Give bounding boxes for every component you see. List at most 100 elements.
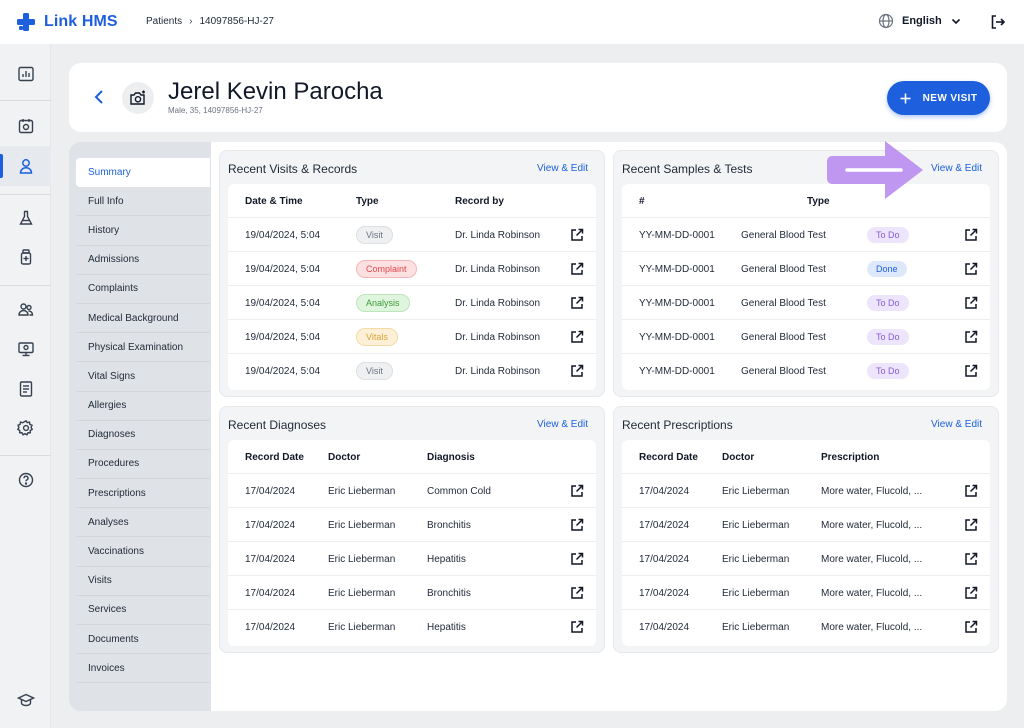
logout-button[interactable]	[989, 13, 1007, 36]
open-external-icon[interactable]	[570, 364, 584, 378]
open-external-icon[interactable]	[570, 518, 584, 532]
open-external-icon[interactable]	[570, 330, 584, 344]
rail-patients[interactable]	[0, 146, 51, 186]
section-nav-item[interactable]: Invoices	[76, 654, 210, 684]
open-external-icon[interactable]	[964, 552, 978, 566]
section-nav-item[interactable]: Vaccinations	[76, 537, 210, 567]
view-edit-link[interactable]: View & Edit	[931, 419, 982, 430]
rail-reports[interactable]	[0, 54, 51, 94]
open-external-icon[interactable]	[964, 484, 978, 498]
table-cell-date: 17/04/2024	[245, 553, 296, 565]
section-nav-item[interactable]: Prescriptions	[76, 479, 210, 509]
rail-divider	[0, 455, 51, 456]
section-nav-item[interactable]: Admissions	[76, 246, 210, 275]
rail-lab[interactable]	[0, 198, 51, 238]
document-icon	[19, 381, 32, 397]
open-external-icon[interactable]	[570, 262, 584, 276]
table-cell-date: 19/04/2024, 5:04	[245, 331, 321, 343]
view-edit-link[interactable]: View & Edit	[537, 419, 588, 430]
app-name: Link HMS	[44, 13, 118, 30]
add-photo-button[interactable]	[122, 82, 154, 114]
section-nav-item[interactable]: Physical Examination	[76, 333, 210, 363]
rail-education[interactable]	[0, 680, 51, 720]
table-row: 17/04/2024 Eric Lieberman Bronchitis	[228, 508, 596, 542]
table-cell-status: To Do	[867, 218, 909, 252]
rail-calendar[interactable]	[0, 106, 51, 146]
open-external-icon[interactable]	[964, 518, 978, 532]
back-button[interactable]	[91, 88, 107, 111]
view-edit-link[interactable]: View & Edit	[537, 163, 588, 174]
open-external-icon[interactable]	[964, 228, 978, 242]
table-cell-id: YY-MM-DD-0001	[639, 297, 715, 309]
table-header-row: Record Date Doctor Prescription	[622, 440, 990, 474]
new-visit-button[interactable]: NEW VISIT	[887, 81, 990, 115]
section-nav-item[interactable]: Analyses	[76, 508, 210, 538]
breadcrumb-patients[interactable]: Patients	[146, 16, 182, 27]
open-external-icon[interactable]	[964, 620, 978, 634]
recent-visits-card: Recent Visits & Records View & Edit Date…	[219, 150, 605, 397]
table-cell-type: General Blood Test	[741, 263, 826, 275]
section-nav-item[interactable]: Documents	[76, 625, 210, 655]
table-cell-prescription: More water, Flucold, ...	[821, 621, 923, 633]
section-nav-item[interactable]: Summary	[76, 158, 210, 188]
table-cell-prescription: More water, Flucold, ...	[821, 519, 923, 531]
rail-staff[interactable]	[0, 289, 51, 329]
rail-help[interactable]	[0, 460, 51, 500]
open-external-icon[interactable]	[964, 296, 978, 310]
open-external-icon[interactable]	[964, 364, 978, 378]
section-nav-item[interactable]: Allergies	[76, 392, 210, 421]
view-edit-link[interactable]: View & Edit	[931, 163, 982, 174]
globe-icon	[878, 13, 894, 29]
open-external-icon[interactable]	[570, 228, 584, 242]
table-cell-by: Dr. Linda Robinson	[455, 331, 541, 343]
column-header: Type	[356, 195, 379, 207]
app-logo[interactable]: Link HMS	[16, 12, 118, 32]
lab-flask-icon	[18, 210, 33, 225]
recent-diagnoses-table: Record Date Doctor Diagnosis 17/04/2024 Eric…	[228, 440, 596, 646]
open-external-icon[interactable]	[964, 262, 978, 276]
open-external-icon[interactable]	[570, 296, 584, 310]
open-external-icon[interactable]	[570, 620, 584, 634]
section-nav-item[interactable]: Full Info	[76, 187, 210, 217]
open-external-icon[interactable]	[570, 586, 584, 600]
language-label: English	[902, 15, 942, 27]
table-cell-doctor: Eric Lieberman	[722, 587, 790, 599]
section-nav-item[interactable]: Procedures	[76, 450, 210, 480]
rail-documents[interactable]	[0, 369, 51, 409]
section-nav-item[interactable]: Medical Background	[76, 304, 210, 334]
table-cell-doctor: Eric Lieberman	[722, 485, 790, 497]
table-cell-doctor: Eric Lieberman	[328, 621, 396, 633]
section-nav-item[interactable]: Vital Signs	[76, 362, 210, 392]
section-nav-item[interactable]: Visits	[76, 567, 210, 596]
open-external-icon[interactable]	[964, 586, 978, 600]
section-nav-item[interactable]: History	[76, 216, 210, 246]
section-nav-item[interactable]: Complaints	[76, 275, 210, 304]
table-cell-status: Done	[867, 252, 907, 286]
rail-monitor[interactable]	[0, 329, 51, 369]
table-row: 17/04/2024 Eric Lieberman Hepatitis	[228, 610, 596, 644]
open-external-icon[interactable]	[964, 330, 978, 344]
table-cell-date: 19/04/2024, 5:04	[245, 365, 321, 377]
table-cell-id: YY-MM-DD-0001	[639, 263, 715, 275]
table-row: 17/04/2024 Eric Lieberman Common Cold	[228, 474, 596, 508]
rail-settings[interactable]	[0, 408, 51, 448]
section-nav-item[interactable]: Services	[76, 596, 210, 625]
status-badge: Visit	[356, 226, 393, 244]
table-row: 17/04/2024 Eric Lieberman Hepatitis	[228, 542, 596, 576]
section-nav-item[interactable]: Diagnoses	[76, 421, 210, 450]
rail-divider	[0, 194, 51, 195]
rail-pharmacy[interactable]	[0, 237, 51, 277]
table-row: 17/04/2024 Eric Lieberman More water, Fluc…	[622, 576, 990, 610]
table-cell-date: 17/04/2024	[639, 485, 690, 497]
patient-meta: Male, 35, 14097856-HJ-27	[168, 106, 263, 115]
status-badge: To Do	[867, 295, 909, 311]
open-external-icon[interactable]	[570, 552, 584, 566]
status-badge: To Do	[867, 363, 909, 379]
card-title: Recent Samples & Tests	[622, 162, 753, 176]
table-cell-doctor: Eric Lieberman	[722, 519, 790, 531]
open-external-icon[interactable]	[570, 484, 584, 498]
table-cell-date: 17/04/2024	[245, 519, 296, 531]
top-bar: Link HMS Patients › 14097856-HJ-27 Engli…	[0, 0, 1024, 44]
language-selector[interactable]: English	[878, 13, 962, 29]
table-cell-doctor: Eric Lieberman	[328, 587, 396, 599]
